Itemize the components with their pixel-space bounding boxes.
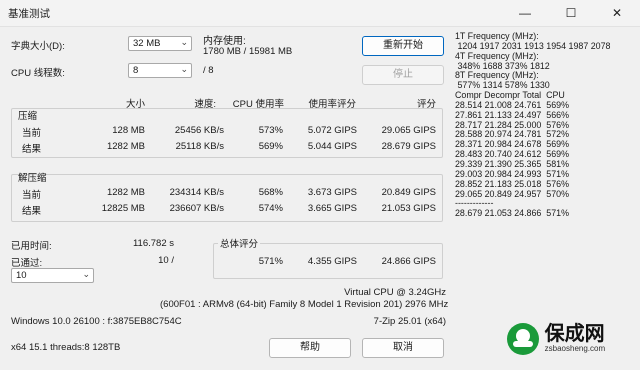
close-button[interactable]: ✕: [594, 0, 640, 26]
cell-usage: 3.673 GIPS: [307, 187, 357, 198]
decompress-title: 解压缩: [18, 173, 47, 184]
row-label: 结果: [22, 144, 42, 155]
cpu-threads-value: 8: [133, 65, 139, 76]
maximize-button[interactable]: ☐: [548, 0, 594, 26]
cell-speed: 25456 KB/s: [174, 125, 224, 136]
cpu-threads-total: / 8: [203, 65, 214, 76]
chevron-down-icon: ⌄: [82, 269, 90, 279]
total-cpu: 571%: [258, 256, 283, 267]
chevron-down-icon: ⌄: [180, 64, 188, 74]
decompress-panel: [11, 174, 443, 222]
title-bar: 基准测试 — ☐ ✕: [0, 0, 640, 27]
cpu-name: Virtual CPU @ 3.24GHz: [344, 287, 446, 298]
frequency-log: 1T Frequency (MHz): 1204 1917 2031 1913 …: [455, 31, 610, 219]
passes-value: 10 /: [158, 255, 174, 266]
compress-title: 压缩: [18, 111, 38, 122]
row-label: 结果: [22, 206, 42, 217]
cpu-threads-label: CPU 线程数:: [11, 68, 65, 79]
cell-cpu: 573%: [258, 125, 283, 136]
window-title: 基准测试: [8, 8, 50, 20]
cell-rating: 20.849 GIPS: [381, 187, 436, 198]
dict-size-label: 字典大小(D):: [11, 41, 65, 52]
watermark-brand: 保成网: [544, 323, 605, 345]
cpu-threads-select[interactable]: 8 ⌄: [128, 63, 192, 78]
cell-usage: 5.044 GIPS: [307, 141, 357, 152]
cell-rating: 21.053 GIPS: [381, 203, 436, 214]
cell-size: 1282 MB: [106, 141, 145, 152]
memory-usage-value: 1780 MB / 15981 MB: [203, 46, 293, 57]
cell-cpu: 574%: [258, 203, 283, 214]
cell-cpu: 568%: [258, 187, 283, 198]
stop-button[interactable]: 停止: [362, 65, 444, 85]
total-rating: 24.866 GIPS: [381, 256, 436, 267]
help-button[interactable]: 帮助: [269, 338, 351, 358]
total-title: 总体评分: [218, 236, 261, 250]
row-label: 当前: [22, 190, 42, 201]
restart-button[interactable]: 重新开始: [362, 36, 444, 56]
cell-rating: 28.679 GIPS: [381, 141, 436, 152]
cell-speed: 234314 KB/s: [169, 187, 224, 198]
passes-select[interactable]: 10 ⌄: [11, 268, 94, 283]
cancel-button[interactable]: 取消: [362, 338, 444, 358]
arch-info: x64 15.1 threads:8 128TB: [11, 342, 121, 353]
log-line: 28.679 21.053 24.866 571%: [455, 208, 569, 219]
cell-usage: 5.072 GIPS: [307, 125, 357, 136]
dict-size-value: 32 MB: [133, 38, 161, 49]
watermark-url: zsbaosheng.com: [544, 344, 606, 353]
os-info: Windows 10.0 26100 : f:3875EB8C754C: [11, 316, 182, 327]
cell-rating: 29.065 GIPS: [381, 125, 436, 136]
passes-select-value: 10: [16, 270, 27, 281]
cell-speed: 25118 KB/s: [175, 141, 224, 152]
cell-speed: 236607 KB/s: [169, 203, 224, 214]
minimize-button[interactable]: —: [502, 0, 548, 26]
total-usage: 4.355 GIPS: [307, 256, 357, 267]
chevron-down-icon: ⌄: [180, 37, 188, 47]
watermark-logo-icon: [507, 323, 539, 355]
version-info: 7-Zip 25.01 (x64): [373, 316, 446, 327]
cpu-detail: (600F01 : ARMv8 (64-bit) Family 8 Model …: [160, 299, 449, 310]
row-label: 当前: [22, 128, 42, 139]
elapsed-label: 已用时间:: [11, 241, 52, 252]
cell-size: 1282 MB: [106, 187, 145, 198]
dict-size-select[interactable]: 32 MB ⌄: [128, 36, 192, 51]
cell-usage: 3.665 GIPS: [307, 203, 357, 214]
cell-cpu: 569%: [258, 141, 283, 152]
memory-usage-label: 内存使用:: [203, 36, 246, 47]
cell-size: 128 MB: [112, 125, 145, 136]
passes-label: 已通过:: [11, 258, 43, 269]
watermark: 保成网 zsbaosheng.com: [507, 323, 605, 355]
cell-size: 12825 MB: [101, 203, 145, 214]
elapsed-value: 116.782 s: [132, 238, 174, 249]
